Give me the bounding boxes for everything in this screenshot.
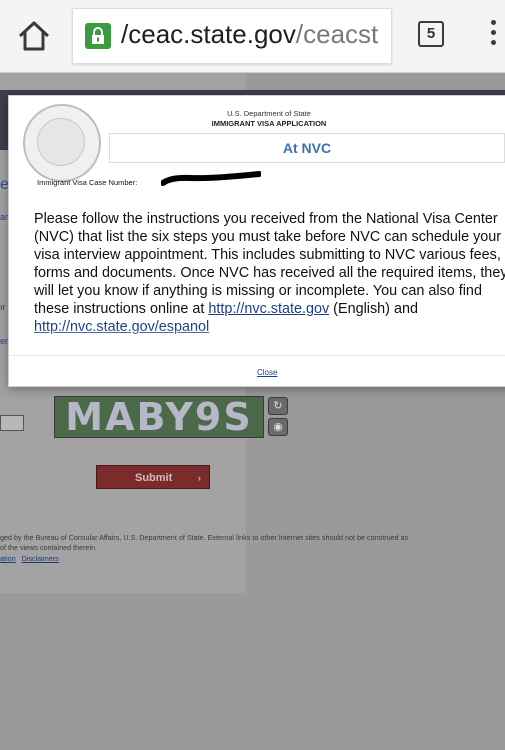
application-title: IMMIGRANT VISA APPLICATION	[211, 119, 327, 128]
footer-text: ged by the Bureau of Consular Affairs, U…	[0, 533, 490, 553]
browser-toolbar: /ceac.state.gov/ceacst 5	[0, 0, 505, 73]
url-host: ceac.state.gov	[128, 19, 296, 49]
close-link[interactable]: Close	[257, 368, 277, 377]
audio-captcha-icon[interactable]: ◉	[268, 418, 288, 436]
instructions-joiner: (English) and	[329, 301, 418, 317]
captcha-image: MABY9S	[54, 396, 264, 438]
captcha-input[interactable]	[0, 415, 24, 431]
footer-link[interactable]: Disclaimers	[22, 554, 59, 563]
submit-label: Submit	[135, 472, 173, 484]
left-fragment[interactable]: er	[0, 336, 8, 346]
url-path: /ceacst	[295, 19, 379, 49]
scroll-fade	[9, 328, 505, 348]
modal-dialog: U.S. Department of State IMMIGRANT VISA …	[8, 95, 505, 387]
tab-switcher-button[interactable]: 5	[418, 21, 444, 47]
instructions-text: Please follow the instructions you recei…	[34, 210, 505, 336]
footer-line: of the views contained therein.	[0, 543, 98, 552]
refresh-captcha-icon[interactable]: ↻	[268, 397, 288, 415]
url-text: /ceac.state.gov/ceacst	[121, 19, 379, 49]
nvc-english-link[interactable]: http://nvc.state.gov	[208, 301, 329, 317]
redaction-mark	[160, 171, 262, 187]
footer-link[interactable]: ation	[0, 554, 16, 563]
status-heading: At NVC	[109, 133, 505, 163]
lock-icon	[85, 23, 111, 49]
address-bar[interactable]: /ceac.state.gov/ceacst	[72, 8, 392, 64]
left-fragment[interactable]: ır	[0, 302, 6, 312]
case-number-label: Immigrant Visa Case Number:	[37, 178, 138, 187]
submit-button[interactable]: Submit ›	[96, 465, 210, 489]
divider	[9, 355, 505, 356]
department-seal-icon	[23, 104, 101, 182]
department-name: U.S. Department of State	[227, 109, 311, 118]
chevron-right-icon: ›	[198, 473, 201, 483]
home-icon[interactable]	[14, 18, 54, 54]
overflow-menu-icon[interactable]	[488, 20, 498, 50]
footer-line: ged by the Bureau of Consular Affairs, U…	[0, 533, 409, 542]
footer-links: ation Disclaimers	[0, 554, 65, 563]
